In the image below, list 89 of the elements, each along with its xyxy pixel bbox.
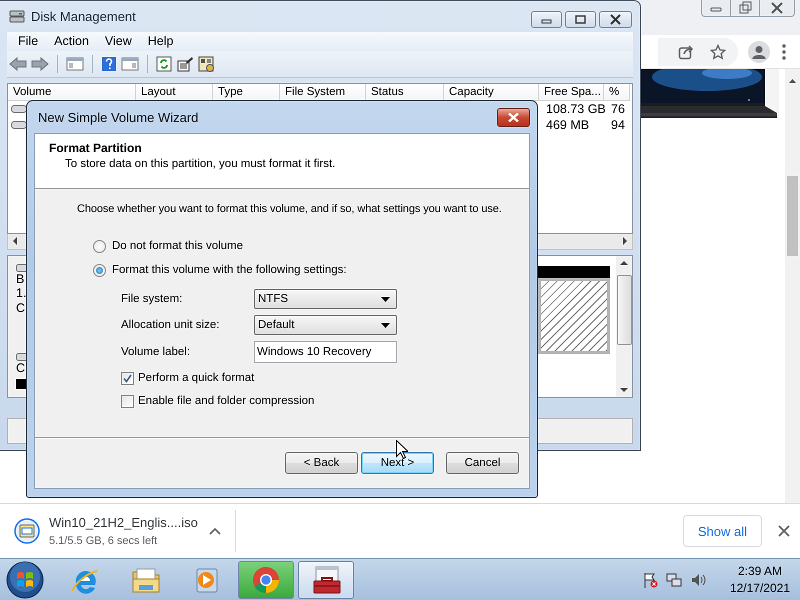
text-field[interactable]: Windows 10 Recovery: [254, 341, 397, 363]
column-header[interactable]: Layout: [136, 84, 213, 101]
profile-icon[interactable]: [748, 40, 770, 62]
page-heading: Format Partition: [49, 141, 143, 155]
show-all-button[interactable]: Show all: [682, 515, 762, 547]
volume-icon[interactable]: [690, 572, 708, 588]
field-label: File system:: [121, 293, 184, 305]
column-header[interactable]: File System: [280, 84, 366, 101]
close-icon: [508, 112, 519, 122]
wizard-button[interactable]: < Back: [285, 452, 358, 474]
properties-icon[interactable]: [176, 56, 194, 72]
checkbox[interactable]: [121, 372, 134, 384]
disk-label: C: [16, 300, 26, 316]
drive-icon: [11, 104, 27, 113]
disk-management-icon: [9, 9, 25, 24]
vertical-scrollbar[interactable]: [616, 256, 632, 398]
drive-icon: [11, 120, 27, 129]
caret-down-icon: [381, 322, 390, 328]
dialog-title: New Simple Volume Wizard: [38, 110, 198, 124]
column-header[interactable]: Status: [366, 84, 444, 101]
checkbox-label[interactable]: Perform a quick format: [138, 372, 254, 384]
menu-item[interactable]: View: [96, 34, 140, 48]
scroll-right-icon[interactable]: [622, 237, 628, 246]
column-header[interactable]: Volume: [8, 84, 136, 101]
menu-item[interactable]: File: [10, 34, 46, 48]
column-header[interactable]: Free Spa...: [539, 84, 604, 101]
help-icon[interactable]: [101, 56, 117, 72]
radio-button[interactable]: [93, 240, 106, 252]
scroll-left-icon[interactable]: [12, 237, 18, 246]
action-pane-icon[interactable]: [121, 56, 139, 72]
window-title: Disk Management: [31, 8, 136, 24]
scroll-up-icon[interactable]: [620, 260, 628, 265]
wizard-button[interactable]: Next >: [361, 452, 434, 474]
dropdown[interactable]: Default: [254, 315, 397, 335]
caret-up-icon[interactable]: [209, 527, 221, 535]
network-icon[interactable]: [666, 572, 682, 588]
disk-label: 1.: [16, 286, 28, 301]
taskbar-button[interactable]: [298, 560, 354, 598]
forward-arrow-icon[interactable]: [31, 56, 49, 72]
scroll-up-icon[interactable]: [788, 77, 797, 85]
close-icon[interactable]: [599, 11, 632, 28]
wizard-button[interactable]: Cancel: [446, 452, 519, 474]
close-icon[interactable]: [778, 525, 790, 537]
page-subheading: To store data on this partition, you must format it first.: [64, 158, 336, 170]
share-icon[interactable]: [678, 44, 694, 60]
console-tree-icon[interactable]: [66, 56, 84, 72]
refresh-icon[interactable]: [156, 56, 172, 72]
disc-file-icon[interactable]: [14, 518, 40, 544]
menu-item[interactable]: Action: [46, 34, 97, 48]
radio-button[interactable]: [93, 264, 106, 276]
column-header[interactable]: Capacity: [444, 84, 539, 101]
table-cell-text: 94: [610, 118, 626, 132]
scrollbar[interactable]: [785, 69, 800, 503]
scroll-thumb[interactable]: [616, 274, 632, 345]
table-cell-text: 76: [610, 102, 626, 116]
maximize-icon[interactable]: [565, 11, 596, 28]
table-cell-text: 469 MB: [545, 118, 590, 132]
checkbox-label[interactable]: Enable file and folder compression: [138, 395, 314, 407]
clock-time[interactable]: 2:39 AM: [738, 564, 782, 578]
menu-icon[interactable]: [782, 44, 786, 60]
column-header[interactable]: %: [604, 84, 630, 101]
caret-down-icon: [381, 296, 390, 302]
address-bar[interactable]: [658, 38, 738, 66]
minimize-icon[interactable]: [531, 11, 562, 28]
radio-label[interactable]: Do not format this volume: [112, 240, 244, 252]
field-label: Allocation unit size:: [121, 319, 220, 331]
settings-icon[interactable]: [198, 56, 216, 72]
download-status: 5.1/5.5 GB, 6 secs left: [49, 535, 158, 547]
back-arrow-icon[interactable]: [9, 56, 27, 72]
scroll-down-icon[interactable]: [620, 388, 628, 394]
disk-label: B: [16, 272, 26, 286]
mouse-cursor-icon: [396, 440, 408, 459]
star-icon[interactable]: [710, 44, 726, 60]
start-button[interactable]: [6, 560, 44, 598]
field-label: Volume label:: [121, 346, 192, 358]
instruction-text: Choose whether you want to format this volume, and if so, what settings you want to use.: [77, 203, 503, 215]
menu-item[interactable]: Help: [140, 34, 182, 48]
table-cell-text: 108.73 GB: [545, 102, 604, 116]
dropdown[interactable]: NTFS: [254, 289, 397, 309]
checkbox[interactable]: [121, 394, 134, 408]
column-header[interactable]: Type: [213, 84, 280, 101]
file-name: Win10_21H2_Englis....iso: [49, 515, 198, 530]
radio-label[interactable]: Format this volume with the following settings:: [112, 264, 347, 276]
checkmark-icon: [123, 374, 132, 382]
flag-icon[interactable]: [642, 572, 658, 588]
close-button[interactable]: [497, 108, 530, 126]
disk-label: C: [16, 361, 26, 376]
scroll-thumb[interactable]: [787, 176, 798, 256]
clock-date[interactable]: 12/17/2021: [730, 581, 790, 595]
